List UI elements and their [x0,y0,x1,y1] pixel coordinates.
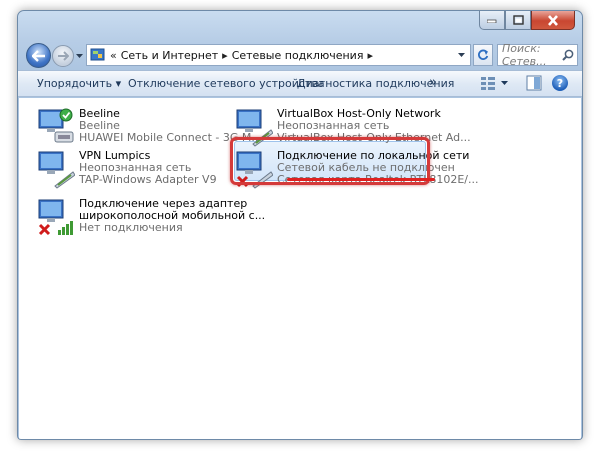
address-dropdown-button[interactable] [453,46,469,64]
chevron-down-icon [457,53,465,57]
arrow-left-icon [31,49,45,62]
breadcrumb-separator[interactable]: ▸ [367,49,373,62]
refresh-icon [478,49,489,60]
close-button[interactable] [531,11,575,30]
breadcrumb-network-internet[interactable]: Сеть и Интернет [121,49,218,62]
breadcrumb-separator[interactable]: ▸ [222,49,228,62]
disable-device-button[interactable]: Отключение сетевого устройства [128,77,325,90]
chevron-down-icon[interactable] [76,54,83,58]
caption-buttons [479,11,575,30]
connection-item-mobile-broadband[interactable]: Подключение через адаптер широкополосной… [37,198,265,240]
connection-item-vpn-lumpics[interactable]: VPN Lumpics Неопознанная сеть TAP-Window… [37,150,227,192]
network-connected-icon [38,108,74,143]
vpn-connection-icon [38,151,75,189]
connection-status: Нет подключения [79,221,183,234]
more-commands-button[interactable]: » [429,75,437,90]
search-box[interactable]: Поиск: Сетев... [497,42,578,68]
search-icon[interactable] [562,49,574,61]
connection-device: TAP-Windows Adapter V9 [79,173,217,186]
highlight-underline [287,178,435,181]
connection-item-beeline[interactable]: Beeline Beeline HUAWEI Mobile Connect - … [37,108,262,150]
back-button[interactable] [26,43,51,68]
chevron-down-icon[interactable] [501,81,508,85]
mobile-broadband-icon [38,199,73,236]
refresh-button[interactable] [473,44,493,66]
forward-button[interactable] [52,45,74,67]
explorer-window: « Сеть и Интернет ▸ Сетевые подключения … [17,10,583,440]
help-icon[interactable]: ? [552,75,568,91]
breadcrumb-network-connections[interactable]: Сетевые подключения [232,49,364,62]
maximize-button[interactable] [505,11,531,30]
address-row: « Сеть и Интернет ▸ Сетевые подключения … [18,41,582,69]
preview-pane-icon[interactable] [526,75,542,91]
breadcrumb-overflow[interactable]: « [110,49,117,62]
arrow-right-icon [58,51,69,61]
command-bar: Упорядочить ▾ Отключение сетевого устрой… [18,70,582,97]
view-options-icon[interactable] [480,75,496,91]
maximize-icon [512,15,524,25]
minimize-button[interactable] [479,11,505,30]
minimize-icon [487,19,497,23]
control-panel-icon [90,48,105,61]
address-bar[interactable]: « Сеть и Интернет ▸ Сетевые подключения … [86,44,471,66]
organize-button[interactable]: Упорядочить ▾ [37,77,121,90]
close-icon [548,14,558,26]
connections-list: Beeline Beeline HUAWEI Mobile Connect - … [19,98,581,439]
